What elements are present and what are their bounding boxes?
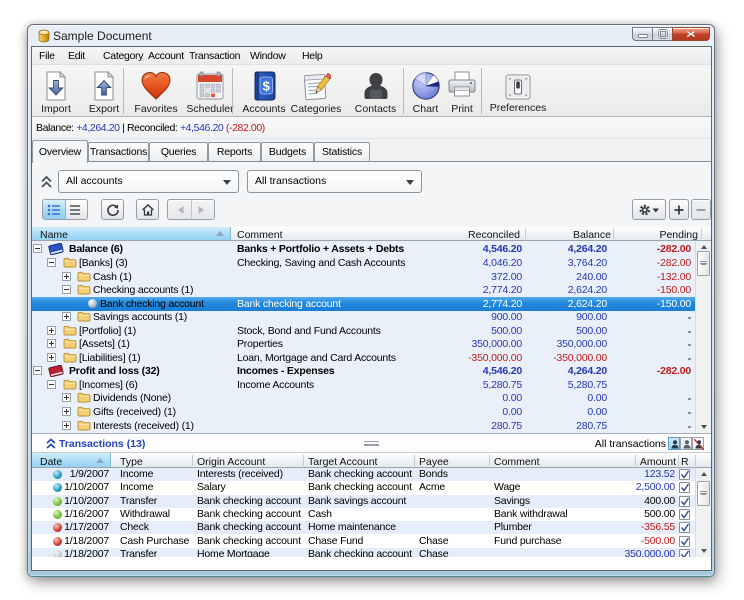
svg-text:$: $	[262, 79, 270, 94]
